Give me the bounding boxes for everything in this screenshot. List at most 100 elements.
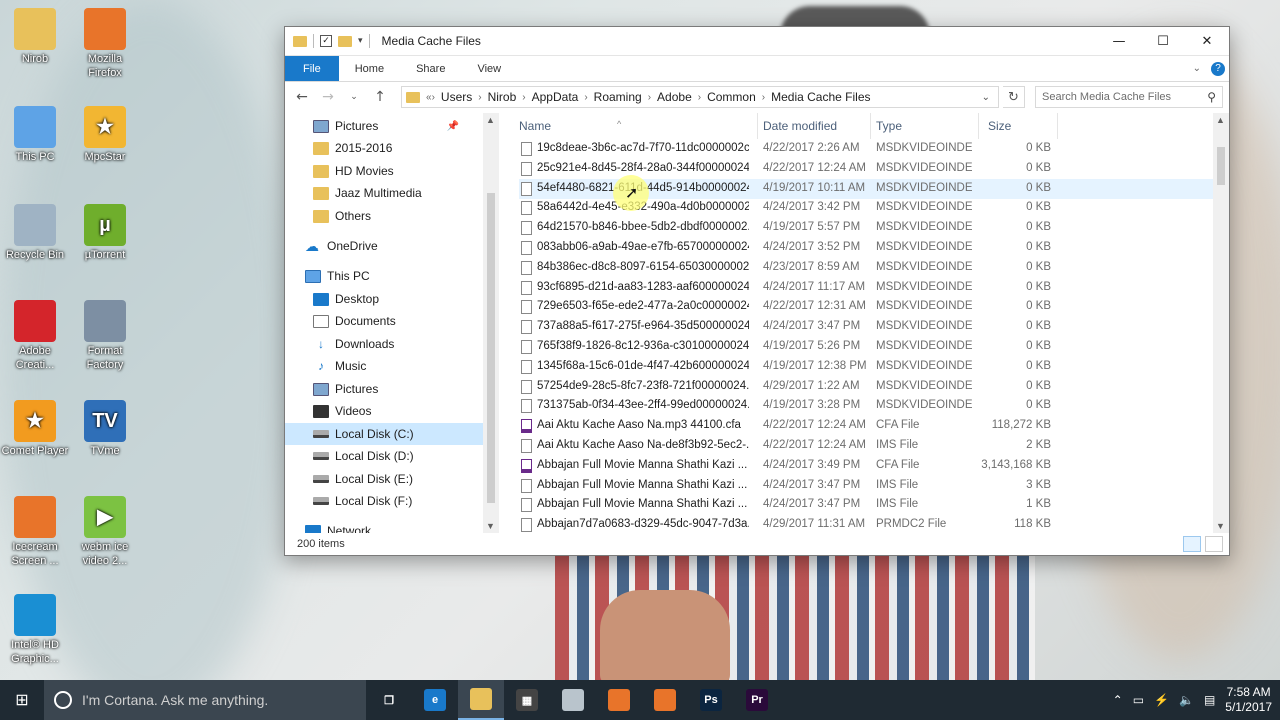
desktop-icon-12[interactable]: Intel® HD Graphic... <box>0 594 70 666</box>
column-type[interactable]: Type <box>876 119 902 133</box>
file-row[interactable]: 765f38f9-1826-8c12-936a-c30100000024....… <box>519 337 1213 357</box>
file-row[interactable]: Aai Aktu Kache Aaso Na.mp3 44100.cfa 4/22… <box>519 416 1213 436</box>
tab-share[interactable]: Share <box>400 56 461 81</box>
pin-icon[interactable]: 📌 <box>447 121 459 132</box>
large-icons-view-button[interactable] <box>1205 536 1223 552</box>
column-name[interactable]: Name <box>519 119 551 133</box>
navpane-item[interactable]: HD Movies <box>285 160 483 182</box>
navpane-item[interactable]: Videos <box>285 400 483 422</box>
breadcrumb-item[interactable]: Nirob <box>488 90 517 104</box>
desktop-icon-7[interactable]: Format Factory <box>70 300 140 372</box>
file-row[interactable]: 083abb06-a9ab-49ae-e7fb-657000000024....… <box>519 238 1213 258</box>
address-dropdown-icon[interactable]: ⌄ <box>978 92 994 103</box>
taskbar-app-5[interactable] <box>550 680 596 720</box>
navpane-item[interactable]: Desktop <box>285 288 483 310</box>
desktop-icon-8[interactable]: ★ Comet Player <box>0 400 70 458</box>
navpane-item[interactable]: ♪ Music <box>285 355 483 377</box>
file-row[interactable]: 19c8deae-3b6c-ac7d-7f70-11dc0000002c....… <box>519 139 1213 159</box>
crumb-separator-icon[interactable]: › <box>522 92 525 103</box>
navpane-item[interactable]: Local Disk (F:) <box>285 490 483 512</box>
navpane-item[interactable]: Local Disk (C:) <box>285 423 483 445</box>
filelist-scroll-thumb[interactable] <box>1217 147 1225 185</box>
taskbar-file-explorer[interactable] <box>458 680 504 720</box>
desktop-icon-2[interactable]: This PC <box>0 106 70 164</box>
column-size[interactable]: Size <box>988 119 1011 133</box>
refresh-icon[interactable]: ↻ <box>1003 86 1025 108</box>
file-row[interactable]: 64d21570-b846-bbee-5db2-dbdf0000002.... 4… <box>519 218 1213 238</box>
navpane-item[interactable]: Others <box>285 205 483 227</box>
up-button[interactable]: ↑ <box>369 89 391 105</box>
navpane-item[interactable]: Local Disk (D:) <box>285 445 483 467</box>
scroll-up-icon[interactable]: ▲ <box>1216 115 1225 125</box>
navpane-item[interactable]: ☁ OneDrive <box>285 235 483 257</box>
taskbar-edge[interactable]: e <box>412 680 458 720</box>
navpane-item[interactable]: Network <box>285 520 483 533</box>
breadcrumb-item[interactable]: Roaming <box>594 90 642 104</box>
column-date-modified[interactable]: Date modified <box>763 119 837 133</box>
file-row[interactable]: 84b386ec-d8c8-8097-6154-650300000024....… <box>519 258 1213 278</box>
search-input[interactable]: Search Media Cache Files ⚲ <box>1035 86 1223 108</box>
expand-ribbon-icon[interactable]: ⌄ <box>1193 63 1201 74</box>
battery-icon[interactable]: ▭ <box>1133 693 1144 707</box>
minimize-button[interactable]: — <box>1097 27 1141 56</box>
breadcrumb-item[interactable]: Users <box>441 90 472 104</box>
tab-view[interactable]: View <box>461 56 517 81</box>
crumb-separator-icon[interactable]: › <box>648 92 651 103</box>
navpane-item[interactable]: Jaaz Multimedia <box>285 182 483 204</box>
navpane-item[interactable]: Local Disk (E:) <box>285 468 483 490</box>
desktop-icon-3[interactable]: ★ MpcStar <box>70 106 140 164</box>
maximize-button[interactable]: ☐ <box>1141 27 1185 56</box>
tab-home[interactable]: Home <box>339 56 400 81</box>
desktop-icon-9[interactable]: TV TVme <box>70 400 140 458</box>
tab-file[interactable]: File <box>285 56 339 81</box>
new-folder-icon[interactable] <box>338 35 352 47</box>
scroll-down-icon[interactable]: ▼ <box>486 521 495 531</box>
file-row[interactable]: 729e6503-f65e-ede2-477a-2a0c00000024....… <box>519 297 1213 317</box>
navpane-item[interactable]: 2015-2016 <box>285 137 483 159</box>
start-button[interactable]: ⊞ <box>0 680 44 720</box>
crumb-separator-icon[interactable]: › <box>584 92 587 103</box>
desktop-icon-0[interactable]: Nirob <box>0 8 70 66</box>
navpane-scroll-thumb[interactable] <box>487 193 495 503</box>
file-row[interactable]: 1345f68a-15c6-01de-4f47-42b600000024....… <box>519 357 1213 377</box>
volume-icon[interactable]: 🔈 <box>1179 693 1194 707</box>
file-row[interactable]: 57254de9-28c5-8fc7-23f8-721f00000024....… <box>519 377 1213 397</box>
desktop-icon-11[interactable]: ▶ webm ice video 2... <box>70 496 140 568</box>
quick-access-dropdown-icon[interactable]: ▾ <box>358 36 363 46</box>
address-bar[interactable]: « › Users › Nirob › AppData › Roaming › Adobe › Com… <box>401 86 999 108</box>
taskbar-task-view[interactable]: ❐ <box>366 680 412 720</box>
details-view-button[interactable] <box>1183 536 1201 552</box>
desktop-icon-5[interactable]: µ µTorrent <box>70 204 140 262</box>
back-button[interactable]: ← <box>291 89 313 105</box>
desktop-icon-6[interactable]: Adobe Creati... <box>0 300 70 372</box>
navpane-item[interactable]: ↓ Downloads <box>285 333 483 355</box>
forward-button[interactable]: → <box>317 89 339 105</box>
breadcrumb-item[interactable]: AppData <box>532 90 579 104</box>
file-row[interactable]: 731375ab-0f34-43ee-2ff4-99ed00000024....… <box>519 396 1213 416</box>
file-row[interactable]: Abbajan Full Movie Manna Shathi Kazi ...… <box>519 476 1213 496</box>
desktop-icon-4[interactable]: Recycle Bin <box>0 204 70 262</box>
scroll-down-icon[interactable]: ▼ <box>1216 521 1225 531</box>
desktop-icon-10[interactable]: Icecream Screen ... <box>0 496 70 568</box>
cortana-search-box[interactable]: I'm Cortana. Ask me anything. <box>44 680 366 720</box>
file-row[interactable]: Aai Aktu Kache Aaso Na-de8f3b92-5ec2-...… <box>519 436 1213 456</box>
crumb-separator-icon[interactable]: › <box>432 92 435 103</box>
file-row[interactable]: Abbajan Full Movie Manna Shathi Kazi ...… <box>519 456 1213 476</box>
crumb-separator-icon[interactable]: › <box>478 92 481 103</box>
file-row[interactable]: Abbajan7d7a0683-d329-45dc-9047-7d3a.... 4… <box>519 515 1213 533</box>
help-icon[interactable]: ? <box>1211 61 1225 76</box>
breadcrumb-item[interactable]: Common <box>707 90 756 104</box>
close-button[interactable]: ✕ <box>1185 27 1229 56</box>
navpane-scrollbar[interactable]: ▲ ▼ <box>483 113 499 533</box>
navpane-item[interactable]: Pictures <box>285 378 483 400</box>
taskbar-photoshop[interactable]: Ps <box>688 680 734 720</box>
crumb-separator-icon[interactable]: › <box>698 92 701 103</box>
breadcrumb-item[interactable]: Adobe <box>657 90 692 104</box>
filelist-scrollbar[interactable]: ▲ ▼ <box>1213 113 1229 533</box>
recent-locations-icon[interactable]: ⌄ <box>343 92 365 102</box>
scroll-up-icon[interactable]: ▲ <box>486 115 495 125</box>
desktop-icon-1[interactable]: Mozilla Firefox <box>70 8 140 80</box>
taskbar-icecream[interactable] <box>596 680 642 720</box>
file-row[interactable]: 737a88a5-f617-275f-e964-35d500000024....… <box>519 317 1213 337</box>
clock[interactable]: 7:58 AM 5/1/2017 <box>1225 685 1272 715</box>
